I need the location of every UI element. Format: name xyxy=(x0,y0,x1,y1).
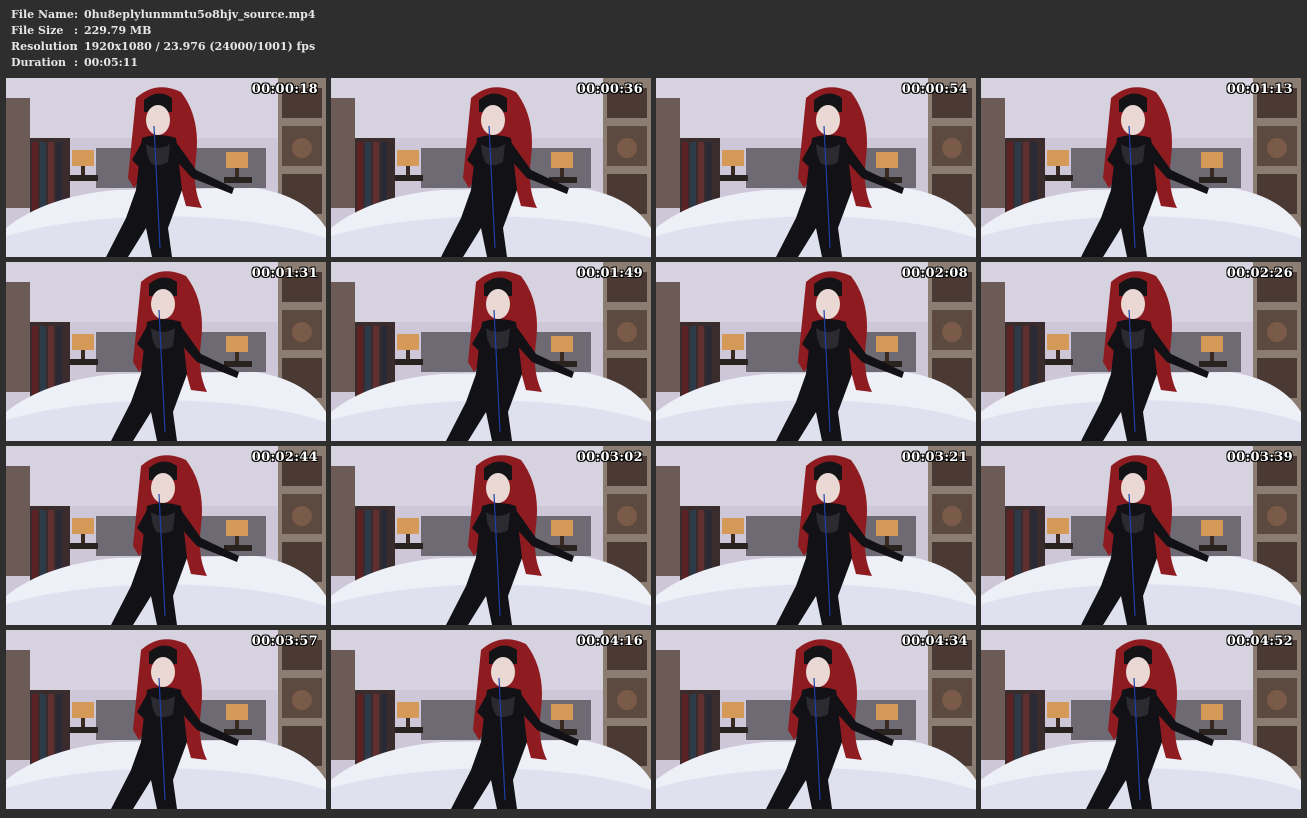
timestamp-label: 00:02:26 xyxy=(1226,266,1293,281)
thumbnail-frame-image xyxy=(656,630,976,809)
timestamp-label: 00:01:13 xyxy=(1226,82,1293,97)
thumbnail-frame-image xyxy=(981,262,1301,441)
info-label: Duration xyxy=(11,56,67,69)
video-thumbnail-10[interactable]: 00:03:02 xyxy=(331,446,651,625)
thumbnail-frame-image xyxy=(331,78,651,257)
video-thumbnail-16[interactable]: 00:04:52 xyxy=(981,630,1301,809)
timestamp-label: 00:02:08 xyxy=(901,266,968,281)
thumbnail-grid: 00:00:18 00:00:36 00:00:54 00:01:13 00:0… xyxy=(6,78,1301,809)
thumbnail-frame-image xyxy=(331,630,651,809)
thumbnail-frame-image xyxy=(656,262,976,441)
video-thumbnail-3[interactable]: 00:00:54 xyxy=(656,78,976,257)
thumbnail-frame-image xyxy=(656,78,976,257)
video-thumbnail-4[interactable]: 00:01:13 xyxy=(981,78,1301,257)
video-thumbnail-14[interactable]: 00:04:16 xyxy=(331,630,651,809)
info-label: File Size xyxy=(11,24,64,37)
timestamp-label: 00:00:54 xyxy=(901,82,968,97)
timestamp-label: 00:02:44 xyxy=(251,450,318,465)
thumbnail-frame-image xyxy=(6,446,326,625)
thumbnail-frame-image xyxy=(331,262,651,441)
timestamp-label: 00:01:31 xyxy=(251,266,318,281)
video-thumbnail-1[interactable]: 00:00:18 xyxy=(6,78,326,257)
info-row-resolution: Resolution : 1920x1080 / 23.976 (24000/1… xyxy=(11,39,315,55)
video-thumbnail-9[interactable]: 00:02:44 xyxy=(6,446,326,625)
timestamp-label: 00:03:02 xyxy=(576,450,643,465)
info-row-file-name: File Name : 0hu8eplylunmmtu5o8hjv_source… xyxy=(11,7,315,23)
video-thumbnail-15[interactable]: 00:04:34 xyxy=(656,630,976,809)
timestamp-label: 00:01:49 xyxy=(576,266,643,281)
info-value: 229.79 MB xyxy=(84,24,152,37)
timestamp-label: 00:04:34 xyxy=(901,634,968,649)
timestamp-label: 00:03:21 xyxy=(901,450,968,465)
file-info-panel: File Name : 0hu8eplylunmmtu5o8hjv_source… xyxy=(11,7,315,71)
video-thumbnail-8[interactable]: 00:02:26 xyxy=(981,262,1301,441)
video-thumbnail-12[interactable]: 00:03:39 xyxy=(981,446,1301,625)
info-separator: : xyxy=(74,8,79,21)
timestamp-label: 00:03:39 xyxy=(1226,450,1293,465)
info-value: 0hu8eplylunmmtu5o8hjv_source.mp4 xyxy=(84,8,316,21)
info-value: 00:05:11 xyxy=(84,56,139,69)
info-value: 1920x1080 / 23.976 (24000/1001) fps xyxy=(84,40,316,53)
info-separator: : xyxy=(74,40,79,53)
thumbnail-frame-image xyxy=(6,630,326,809)
video-thumbnail-6[interactable]: 00:01:49 xyxy=(331,262,651,441)
timestamp-label: 00:04:16 xyxy=(576,634,643,649)
video-thumbnail-2[interactable]: 00:00:36 xyxy=(331,78,651,257)
info-separator: : xyxy=(74,56,79,69)
timestamp-label: 00:04:52 xyxy=(1226,634,1293,649)
info-row-file-size: File Size : 229.79 MB xyxy=(11,23,315,39)
timestamp-label: 00:00:18 xyxy=(251,82,318,97)
info-separator: : xyxy=(74,24,79,37)
timestamp-label: 00:00:36 xyxy=(576,82,643,97)
info-label: File Name xyxy=(11,8,74,21)
info-row-duration: Duration : 00:05:11 xyxy=(11,55,315,71)
thumbnail-frame-image xyxy=(6,78,326,257)
info-label: Resolution xyxy=(11,40,78,53)
timestamp-label: 00:03:57 xyxy=(251,634,318,649)
thumbnail-frame-image xyxy=(981,446,1301,625)
video-thumbnail-13[interactable]: 00:03:57 xyxy=(6,630,326,809)
thumbnail-frame-image xyxy=(331,446,651,625)
video-thumbnail-11[interactable]: 00:03:21 xyxy=(656,446,976,625)
video-thumbnail-5[interactable]: 00:01:31 xyxy=(6,262,326,441)
thumbnail-frame-image xyxy=(981,78,1301,257)
thumbnail-frame-image xyxy=(981,630,1301,809)
thumbnail-frame-image xyxy=(656,446,976,625)
video-thumbnail-7[interactable]: 00:02:08 xyxy=(656,262,976,441)
thumbnail-frame-image xyxy=(6,262,326,441)
